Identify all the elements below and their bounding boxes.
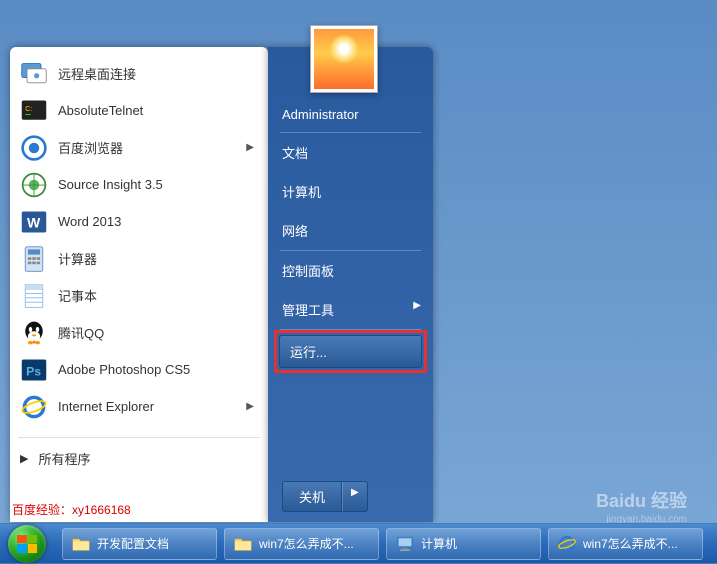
taskbar-window-button[interactable]: 开发配置文档 bbox=[62, 528, 217, 560]
right-item-label: 文档 bbox=[282, 146, 308, 161]
start-button[interactable] bbox=[0, 524, 54, 564]
windows-orb-icon bbox=[8, 525, 46, 563]
right-item-label: 控制面板 bbox=[282, 264, 334, 279]
svg-text:C:: C: bbox=[25, 106, 32, 113]
shutdown-options-button[interactable]: ▶ bbox=[342, 481, 368, 512]
folder-icon bbox=[71, 534, 91, 554]
taskbar-window-button[interactable]: win7怎么弄成不... bbox=[224, 528, 379, 560]
program-label: Word 2013 bbox=[58, 214, 121, 229]
program-item-calculator[interactable]: 计算器 bbox=[14, 240, 264, 277]
program-item-telnet[interactable]: C: AbsoluteTelnet bbox=[14, 92, 264, 129]
all-programs-button[interactable]: ▶ 所有程序 bbox=[10, 442, 268, 474]
taskbar-item-label: win7怎么弄成不... bbox=[583, 535, 678, 552]
separator bbox=[18, 437, 260, 438]
right-panel-item[interactable]: 控制面板 bbox=[268, 251, 433, 290]
start-menu-left-panel: 远程桌面连接 C: AbsoluteTelnet 百度浏览器 ▶ Source Insig… bbox=[10, 47, 268, 522]
right-panel-item[interactable]: 文档 bbox=[268, 133, 433, 172]
submenu-arrow-icon: ▶ bbox=[413, 300, 421, 311]
svg-text:W: W bbox=[27, 214, 41, 230]
program-label: Source Insight 3.5 bbox=[58, 177, 163, 192]
program-item-rdp[interactable]: 远程桌面连接 bbox=[14, 55, 264, 92]
program-item-source-insight[interactable]: Source Insight 3.5 bbox=[14, 166, 264, 203]
taskbar-item-label: 开发配置文档 bbox=[97, 535, 169, 552]
start-menu-right-panel: Administrator 文档计算机网络控制面板管理工具 ▶ 运行... 关机 ▶ bbox=[268, 47, 433, 522]
submenu-arrow-icon: ▶ bbox=[246, 142, 254, 153]
user-avatar-image bbox=[314, 29, 374, 89]
program-item-baidu[interactable]: 百度浏览器 ▶ bbox=[14, 129, 264, 166]
run-highlight-box: 运行... bbox=[274, 330, 427, 373]
program-item-qq[interactable]: 腾讯QQ bbox=[14, 314, 264, 351]
right-item-label: 网络 bbox=[282, 224, 308, 239]
right-panel-item[interactable]: Administrator bbox=[268, 97, 433, 132]
program-label: AbsoluteTelnet bbox=[58, 103, 143, 118]
computer-icon bbox=[395, 534, 415, 554]
svg-text:Ps: Ps bbox=[26, 364, 41, 378]
right-panel-item[interactable]: 网络 bbox=[268, 211, 433, 250]
user-avatar-frame[interactable] bbox=[310, 25, 378, 93]
pinned-programs-list: 远程桌面连接 C: AbsoluteTelnet 百度浏览器 ▶ Source Insig… bbox=[10, 47, 268, 433]
all-programs-label: 所有程序 bbox=[38, 449, 90, 468]
program-label: 记事本 bbox=[58, 286, 97, 305]
right-panel-item[interactable]: 管理工具 ▶ bbox=[268, 290, 433, 329]
right-item-label: 管理工具 bbox=[282, 303, 334, 318]
taskbar-window-button[interactable]: 计算机 bbox=[386, 528, 541, 560]
shutdown-button[interactable]: 关机 bbox=[282, 481, 342, 512]
program-label: 计算器 bbox=[58, 249, 97, 268]
program-label: Internet Explorer bbox=[58, 399, 154, 414]
rdp-icon bbox=[20, 60, 48, 88]
program-item-photoshop[interactable]: Ps Adobe Photoshop CS5 bbox=[14, 351, 264, 388]
shutdown-area: 关机 ▶ bbox=[282, 481, 368, 512]
taskbar-item-label: win7怎么弄成不... bbox=[259, 535, 354, 552]
folder-icon bbox=[233, 534, 253, 554]
ie-icon bbox=[20, 393, 48, 421]
taskbar-item-label: 计算机 bbox=[421, 535, 457, 552]
program-label: 百度浏览器 bbox=[58, 138, 123, 157]
word-icon: W bbox=[20, 208, 48, 236]
run-button[interactable]: 运行... bbox=[279, 335, 422, 368]
right-panel-item[interactable]: 计算机 bbox=[268, 172, 433, 211]
program-item-ie[interactable]: Internet Explorer ▶ bbox=[14, 388, 264, 425]
taskbar: 开发配置文档 win7怎么弄成不... 计算机 win7怎么弄成不... bbox=[0, 523, 717, 563]
submenu-arrow-icon: ▶ bbox=[246, 401, 254, 412]
taskbar-window-button[interactable]: win7怎么弄成不... bbox=[548, 528, 703, 560]
telnet-icon: C: bbox=[20, 97, 48, 125]
program-label: Adobe Photoshop CS5 bbox=[58, 362, 190, 377]
watermark-logo: Baidu 经验 bbox=[596, 487, 687, 513]
notepad-icon bbox=[20, 282, 48, 310]
program-label: 腾讯QQ bbox=[58, 323, 104, 342]
triangle-right-icon: ▶ bbox=[20, 452, 28, 465]
source-insight-icon bbox=[20, 171, 48, 199]
calculator-icon bbox=[20, 245, 48, 273]
program-label: 远程桌面连接 bbox=[58, 64, 136, 83]
ie-icon bbox=[557, 534, 577, 554]
baidu-icon bbox=[20, 134, 48, 162]
program-item-notepad[interactable]: 记事本 bbox=[14, 277, 264, 314]
qq-icon bbox=[20, 319, 48, 347]
right-item-label: Administrator bbox=[282, 107, 359, 122]
right-item-label: 计算机 bbox=[282, 185, 321, 200]
watermark-author: 百度经验：xy1666168 bbox=[12, 501, 131, 518]
photoshop-icon: Ps bbox=[20, 356, 48, 384]
program-item-word[interactable]: W Word 2013 bbox=[14, 203, 264, 240]
